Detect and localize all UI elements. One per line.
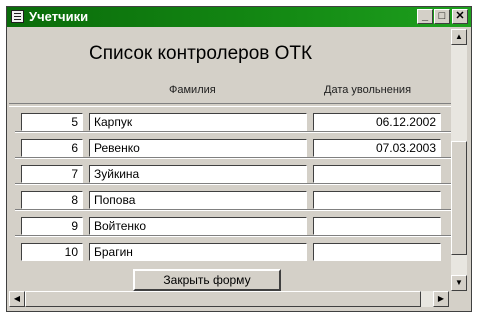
- number-field[interactable]: 6: [21, 139, 83, 157]
- surname-field[interactable]: Карпук: [89, 113, 307, 131]
- scroll-left-arrow-icon[interactable]: ◀: [9, 291, 25, 307]
- table-row[interactable]: 9 Войтенко: [15, 215, 451, 237]
- dismissal-date-field[interactable]: [313, 165, 441, 183]
- vertical-scroll-thumb[interactable]: [451, 141, 467, 255]
- minimize-button[interactable]: _: [417, 9, 433, 24]
- app-window: Учетчики _ □ ✕ Список контролеров ОТК Фа…: [6, 6, 472, 312]
- number-field[interactable]: 5: [21, 113, 83, 131]
- title-bar[interactable]: Учетчики _ □ ✕: [7, 7, 471, 27]
- form-title: Список контролеров ОТК: [89, 43, 313, 64]
- surname-field[interactable]: Зуйкина: [89, 165, 307, 183]
- horizontal-scrollbar[interactable]: ◀ ▶: [9, 291, 449, 307]
- scroll-down-arrow-icon[interactable]: ▼: [451, 275, 467, 291]
- header-divider: [9, 103, 453, 107]
- table-row[interactable]: 6 Ревенко 07.03.2003: [15, 137, 451, 159]
- row-divider: [15, 157, 451, 159]
- close-button[interactable]: ✕: [452, 9, 468, 24]
- dismissal-date-field[interactable]: 07.03.2003: [313, 139, 441, 157]
- window-title: Учетчики: [29, 9, 89, 24]
- number-field[interactable]: 7: [21, 165, 83, 183]
- number-field[interactable]: 10: [21, 243, 83, 261]
- table-row[interactable]: 10 Брагин: [15, 241, 451, 263]
- horizontal-scroll-thumb[interactable]: [25, 291, 421, 307]
- surname-field[interactable]: Брагин: [89, 243, 307, 261]
- row-divider: [15, 183, 451, 185]
- table-row[interactable]: 8 Попова: [15, 189, 451, 211]
- number-field[interactable]: 9: [21, 217, 83, 235]
- surname-field[interactable]: Войтенко: [89, 217, 307, 235]
- form-client-area: Список контролеров ОТК Фамилия Дата увол…: [9, 29, 453, 291]
- dismissal-date-field[interactable]: [313, 191, 441, 209]
- close-form-button[interactable]: Закрыть форму: [133, 269, 281, 291]
- scroll-right-arrow-icon[interactable]: ▶: [433, 291, 449, 307]
- dismissal-date-field[interactable]: 06.12.2002: [313, 113, 441, 131]
- scroll-up-arrow-icon[interactable]: ▲: [451, 29, 467, 45]
- surname-field[interactable]: Ревенко: [89, 139, 307, 157]
- form-icon[interactable]: [11, 10, 24, 23]
- maximize-button[interactable]: □: [434, 9, 450, 24]
- dismissal-date-field[interactable]: [313, 217, 441, 235]
- surname-field[interactable]: Попова: [89, 191, 307, 209]
- row-divider: [15, 235, 451, 237]
- number-field[interactable]: 8: [21, 191, 83, 209]
- column-header-surname: Фамилия: [169, 84, 216, 96]
- table-row[interactable]: 7 Зуйкина: [15, 163, 451, 185]
- column-header-dismissal-date: Дата увольнения: [324, 84, 412, 96]
- dismissal-date-field[interactable]: [313, 243, 441, 261]
- row-divider: [15, 131, 451, 133]
- table-row[interactable]: 5 Карпук 06.12.2002: [15, 111, 451, 133]
- row-divider: [15, 209, 451, 211]
- vertical-scrollbar[interactable]: ▲ ▼: [451, 29, 467, 291]
